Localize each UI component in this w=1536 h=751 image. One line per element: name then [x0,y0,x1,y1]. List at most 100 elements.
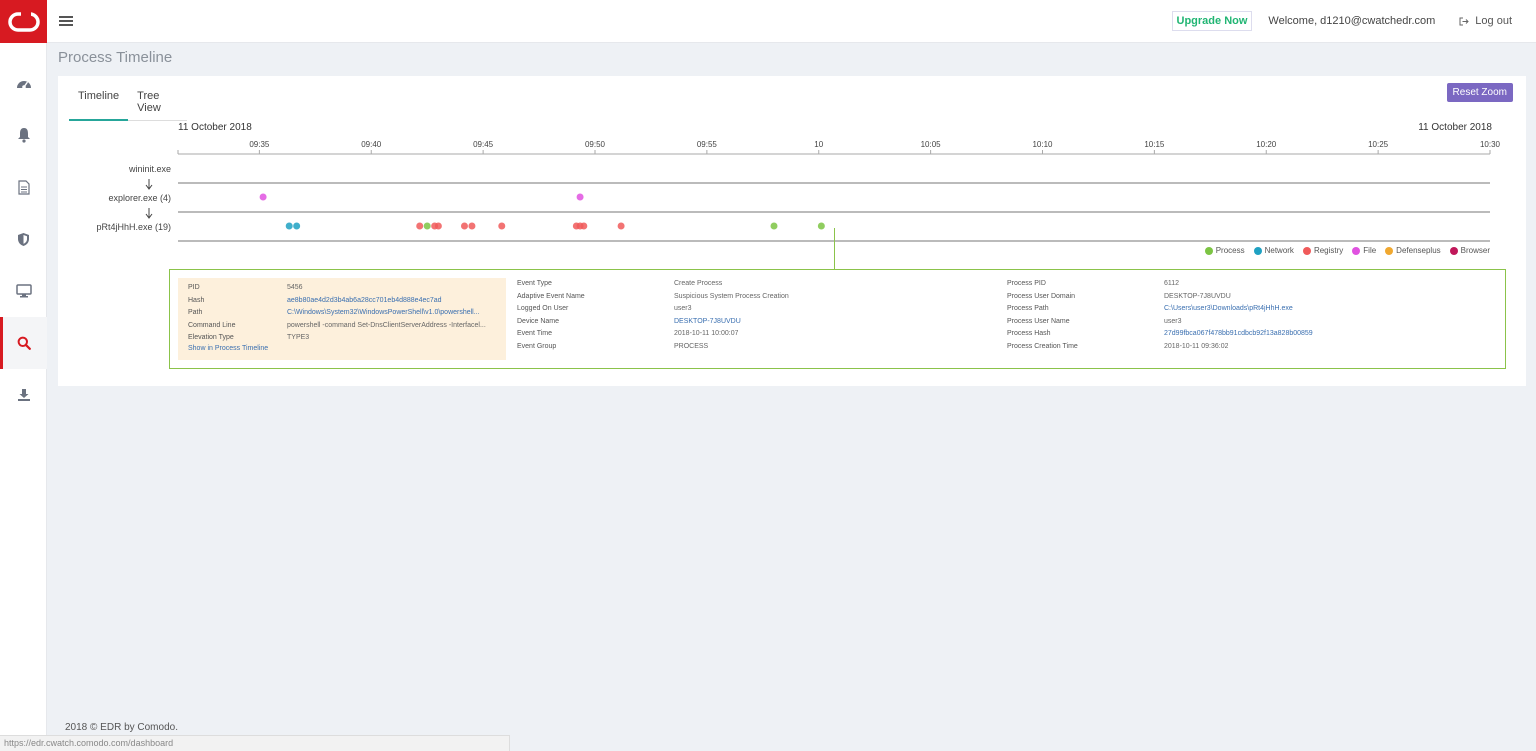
detail-row: Hash ae8b80ae4d2d3b4ab6a28cc701eb4d888e4e… [188,295,503,308]
detail-row: Process PID 6112 [1007,278,1497,291]
detail-row: Process Creation Time 2018-10-11 09:36:02 [1007,341,1497,354]
legend-item[interactable]: Browser [1449,246,1490,255]
timeline-event-dot[interactable] [434,222,442,230]
legend-item[interactable]: Registry [1302,246,1343,255]
search-icon [17,336,31,350]
sidebar-item-search[interactable] [0,317,47,369]
detail-key: Device Name [517,317,560,325]
timeline-event-dot[interactable] [580,222,588,230]
process-timeline-chart[interactable]: 11 October 2018 11 October 2018 09:35 09:40… [58,116,1526,246]
top-bar: Upgrade Now Welcome, d1210@cwatchedr.com… [47,0,1536,43]
timeline-event-dot[interactable] [423,222,431,230]
legend-dot [1253,246,1262,255]
timeline-start-date: 11 October 2018 [178,122,252,133]
legend-dot [1449,246,1458,255]
timeline-end-date: 11 October 2018 [1418,122,1492,133]
process-row-label: wininit.exe [128,164,171,174]
timeline-event-dot[interactable] [259,193,267,201]
footer-text: 2018 © EDR by Comodo. [65,722,178,733]
detail-value: 2018-10-11 09:36:02 [1164,342,1229,350]
timeline-event-dot[interactable] [770,222,778,230]
detail-value: TYPE3 [287,334,310,341]
legend-dot [1302,246,1311,255]
detail-row: Event Time 2018-10-11 10:00:07 [517,328,997,341]
upgrade-button[interactable]: Upgrade Now [1171,11,1253,31]
timeline-event-dot[interactable] [817,222,825,230]
bell-icon [17,128,30,143]
detail-key: Process Path [1007,305,1049,312]
process-info-box: PID 5456 Hash ae8b80ae4d2d3b4ab6a28cc701eb4… [178,278,506,360]
timeline-event-dot[interactable] [498,222,506,230]
legend-dot [1385,246,1394,255]
legend-label: Browser [1460,246,1490,255]
detail-row: Elevation Type TYPE3 [188,332,503,345]
timeline-event-dot[interactable] [416,222,424,230]
legend-dot [1352,246,1361,255]
axis-tick-label: 10:25 [1368,140,1389,149]
monitor-icon [15,284,32,298]
event-detail-panel: PID 5456 Hash ae8b80ae4d2d3b4ab6a28cc701eb4… [169,269,1506,369]
detail-row: Process Path C:\Users\user3\Downloads\pRt… [1007,303,1497,316]
detail-value[interactable]: 27d99fbca067f478bb91cdbcb92f13a828b00859 [1164,328,1313,341]
legend-label: File [1363,246,1377,255]
sidebar-item-dashboard[interactable] [0,57,47,109]
detail-row: Logged On User user3 [517,303,997,316]
sidebar-item-downloads[interactable] [0,369,47,421]
menu-toggle-icon[interactable] [59,16,73,26]
logo-icon [7,11,40,32]
detail-row: Event Type Create Process [517,278,997,291]
download-icon [17,389,30,401]
sidebar-item-policies[interactable] [0,213,47,265]
timeline-event-dot[interactable] [617,222,625,230]
comodo-logo[interactable] [0,0,47,43]
detail-value: 5456 [287,284,303,291]
timeline-event-dot[interactable] [293,222,301,230]
legend-label: Network [1264,246,1294,255]
legend-label: Defenseplus [1396,246,1441,255]
shield-icon [18,232,29,246]
detail-row: Device Name DESKTOP-7J8UVDU [517,316,997,329]
detail-key: PID [188,284,200,291]
detail-value: 6112 [1164,280,1180,287]
sidebar-item-devices[interactable] [0,265,47,317]
axis-tick-label: 10:15 [1144,140,1165,149]
detail-row: Path C:\Windows\System32\WindowsPowerShel… [188,307,503,320]
detail-key: Command Line [188,321,236,329]
tab-tree-view[interactable]: Tree View [128,86,187,120]
sidebar-item-alerts[interactable] [0,109,47,161]
detail-value: user3 [1164,317,1182,325]
legend-item[interactable]: Process [1204,246,1245,255]
detail-key: Event Time [517,330,553,337]
show-in-timeline-link[interactable]: Show in Process Timeline [188,345,268,352]
sidebar-item-reports[interactable] [0,161,47,213]
timeline-event-dot[interactable] [460,222,468,230]
detail-row: Process User Domain DESKTOP-7J8UVDU [1007,291,1497,304]
document-icon [17,179,30,195]
process-row-label: pRt4jHhH.exe (19) [96,222,171,232]
welcome-text: Welcome, d1210@cwatchedr.com [1268,15,1436,27]
status-bar-url: https://edr.cwatch.comodo.com/dashboard [0,735,510,751]
detail-value[interactable]: ae8b80ae4d2d3b4ab6a28cc701eb4d888e4ec7ad [287,295,442,308]
reset-zoom-button[interactable]: Reset Zoom [1446,83,1513,102]
legend-item[interactable]: File [1352,246,1376,255]
detail-key: Path [188,309,203,316]
detail-row: Process Hash 27d99fbca067f478bb91cdbcb92f… [1007,328,1497,341]
detail-key: Event Type [517,280,552,287]
detail-value[interactable]: C:\Windows\System32\WindowsPowerShell\v1… [287,307,480,320]
detail-row: PID 5456 [188,282,503,295]
logout-button[interactable]: Log out [1459,15,1512,27]
sidebar [0,0,47,751]
timeline-event-dot[interactable] [285,222,293,230]
detail-value[interactable]: DESKTOP-7J8UVDU [674,316,741,329]
process-row-label: explorer.exe (4) [108,193,171,203]
detail-key: Event Group [517,342,557,350]
timeline-event-dot[interactable] [468,222,476,230]
detail-key: Logged On User [517,305,569,312]
detail-value: 2018-10-11 10:00:07 [674,330,739,337]
timeline-event-dot[interactable] [576,193,584,201]
axis-tick-label: 09:35 [249,140,270,149]
legend-item[interactable]: Defenseplus [1385,246,1441,255]
legend-item[interactable]: Network [1253,246,1294,255]
detail-value[interactable]: C:\Users\user3\Downloads\pRt4jHhH.exe [1164,303,1293,316]
logout-label: Log out [1475,15,1512,27]
